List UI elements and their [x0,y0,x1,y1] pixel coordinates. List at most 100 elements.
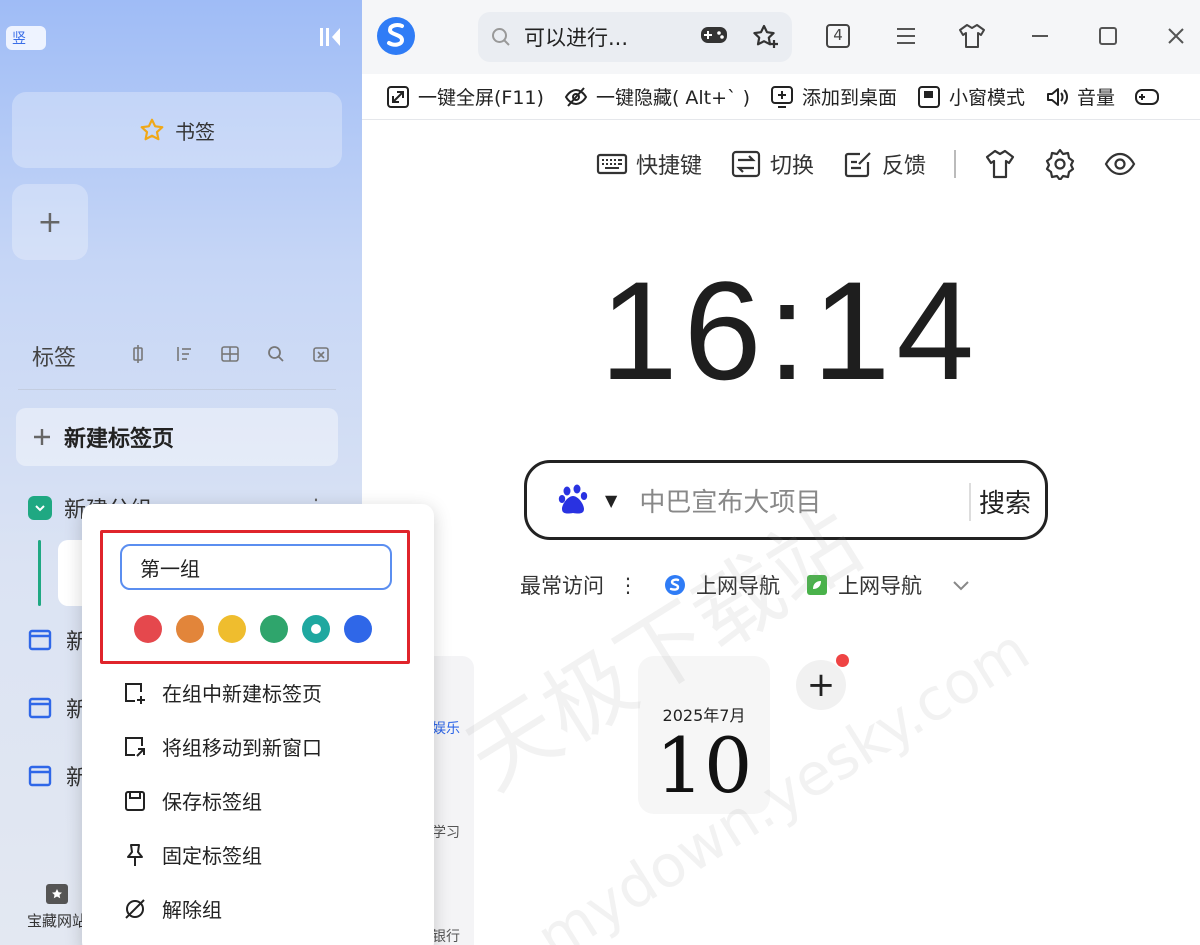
sidebar-divider [18,389,336,390]
mini-window-button[interactable]: 小窗模式 [917,83,1025,110]
chevron-down-icon[interactable] [950,574,972,596]
tabs-section-title: 标签 [32,346,77,371]
baidu-paw-icon[interactable] [557,482,593,518]
gamepad-icon[interactable] [700,24,728,46]
color-swatch-teal[interactable] [302,615,330,643]
frequent-item[interactable]: 上网导航 [806,570,922,600]
shortcut-label: 快捷键 [636,154,703,179]
settings-icon[interactable] [1044,148,1076,180]
newtab-quick-actions: 快捷键 切换 反馈 [596,148,1136,180]
new-tab-in-group-icon [125,682,145,704]
group-collapse-icon[interactable] [28,496,52,520]
color-picker [134,615,372,643]
eye-icon[interactable] [1104,148,1136,180]
frequent-item-label: 上网导航 [838,574,922,598]
group-indicator-line [38,540,41,606]
volume-label: 音量 [1077,87,1116,109]
tab-count: 4 [833,26,843,44]
address-search-text: 可以进行... [524,26,629,50]
keyboard-icon [596,153,628,175]
color-swatch-green[interactable] [260,615,288,643]
group-context-menu: 在组中新建标签页 将组移动到新窗口 保存标签组 固定标签组 解除组 [82,504,434,945]
search-icon[interactable] [266,344,286,364]
group-name-input[interactable] [120,544,392,590]
frequent-item-label: 上网导航 [696,574,780,598]
category-label[interactable]: 学习 [432,822,460,842]
color-swatch-yellow[interactable] [218,615,246,643]
watermark-url: mydown.yesky.com [524,615,1041,945]
menu-item-label: 在组中新建标签页 [162,682,322,706]
menu-move-group[interactable]: 将组移动到新窗口 [122,732,322,761]
calendar-day: 10 [655,721,753,810]
fullscreen-button[interactable]: 一键全屏(F11) [386,83,544,110]
skin-icon[interactable] [984,148,1016,180]
sidebar-tab-item[interactable]: 新 [28,692,88,724]
maximize-icon[interactable] [1094,22,1122,50]
sidebar-tab-item[interactable]: 新 [28,760,88,792]
minimize-icon[interactable] [1026,22,1054,50]
title-bar: 可以进行... 4 [362,0,1200,74]
search-icon [492,28,510,46]
volume-button[interactable]: 音量 [1045,83,1115,110]
menu-pin-group[interactable]: 固定标签组 [122,840,262,869]
sogou-logo-icon [665,575,685,595]
new-tab-button[interactable]: 新建标签页 [16,408,338,466]
switch-label: 切换 [770,154,815,179]
feedback-icon [844,152,871,178]
sort-icon[interactable] [174,344,194,364]
color-swatch-orange[interactable] [176,615,204,643]
volume-icon [1047,87,1069,106]
clock-display: 16:14 [599,252,981,409]
menu-icon[interactable] [892,22,920,50]
collapse-sidebar-icon[interactable] [318,26,342,48]
switch-icon [731,150,761,178]
menu-ungroup[interactable]: 解除组 [122,894,222,923]
category-label[interactable]: 银行 [432,926,460,945]
feedback-button[interactable]: 反馈 [842,148,926,180]
category-label[interactable]: 娱乐 [432,718,460,738]
shortcut-button[interactable]: 快捷键 [596,148,702,180]
hide-button[interactable]: 一键隐藏( Alt+` ) [564,83,750,110]
menu-save-group[interactable]: 保存标签组 [122,786,262,815]
tab-page-icon [28,697,52,719]
feedback-label: 反馈 [882,154,927,179]
new-tab-label: 新建标签页 [64,427,175,452]
close-tabs-icon[interactable] [312,344,332,364]
switch-button[interactable]: 切换 [730,148,814,180]
quick-separator [954,150,957,178]
frequent-more-icon[interactable]: ⋮ [618,573,638,597]
tab-counter-button[interactable]: 4 [824,22,852,50]
color-swatch-blue[interactable] [344,615,372,643]
mini-window-icon [918,85,941,108]
search-separator [969,483,971,521]
star-icon [140,118,164,141]
grid-view-icon[interactable] [220,344,240,364]
frequent-visits: 最常访问 ⋮ 上网导航 上网导航 [520,570,972,600]
notification-dot [836,654,849,667]
calendar-widget[interactable]: 2025年7月 10 [638,656,770,814]
search-button[interactable]: 搜索 [979,483,1031,520]
vertical-mode-badge[interactable]: 竖 [6,26,46,50]
game-button[interactable] [1135,85,1160,109]
bookmark-card[interactable]: 书签 [12,92,342,168]
frequent-item[interactable]: 上网导航 [664,570,780,600]
skin-icon[interactable] [958,22,986,50]
search-placeholder: 中巴宣布大项目 [639,487,822,518]
add-desktop-button[interactable]: 添加到桌面 [770,83,897,110]
fullscreen-icon [387,85,409,108]
address-search-bar[interactable]: 可以进行... [478,12,792,62]
sidebar-tab-item[interactable]: 新 [28,624,88,656]
treasure-box-icon [46,884,68,904]
close-icon[interactable] [1162,22,1190,50]
engine-dropdown-icon[interactable]: ▼ [605,491,617,510]
search-box[interactable]: ▼ 中巴宣布大项目 搜索 [524,460,1048,540]
menu-new-tab-in-group[interactable]: 在组中新建标签页 [122,678,322,707]
add-favorite-icon[interactable] [752,24,780,50]
color-swatch-red[interactable] [134,615,162,643]
tab-page-icon [28,765,52,787]
add-bookmark-button[interactable]: + [12,184,88,260]
add-widget-button[interactable]: + [796,660,846,710]
gamepad-icon [1135,88,1160,105]
align-icon[interactable] [128,344,148,364]
move-window-icon [125,736,145,757]
